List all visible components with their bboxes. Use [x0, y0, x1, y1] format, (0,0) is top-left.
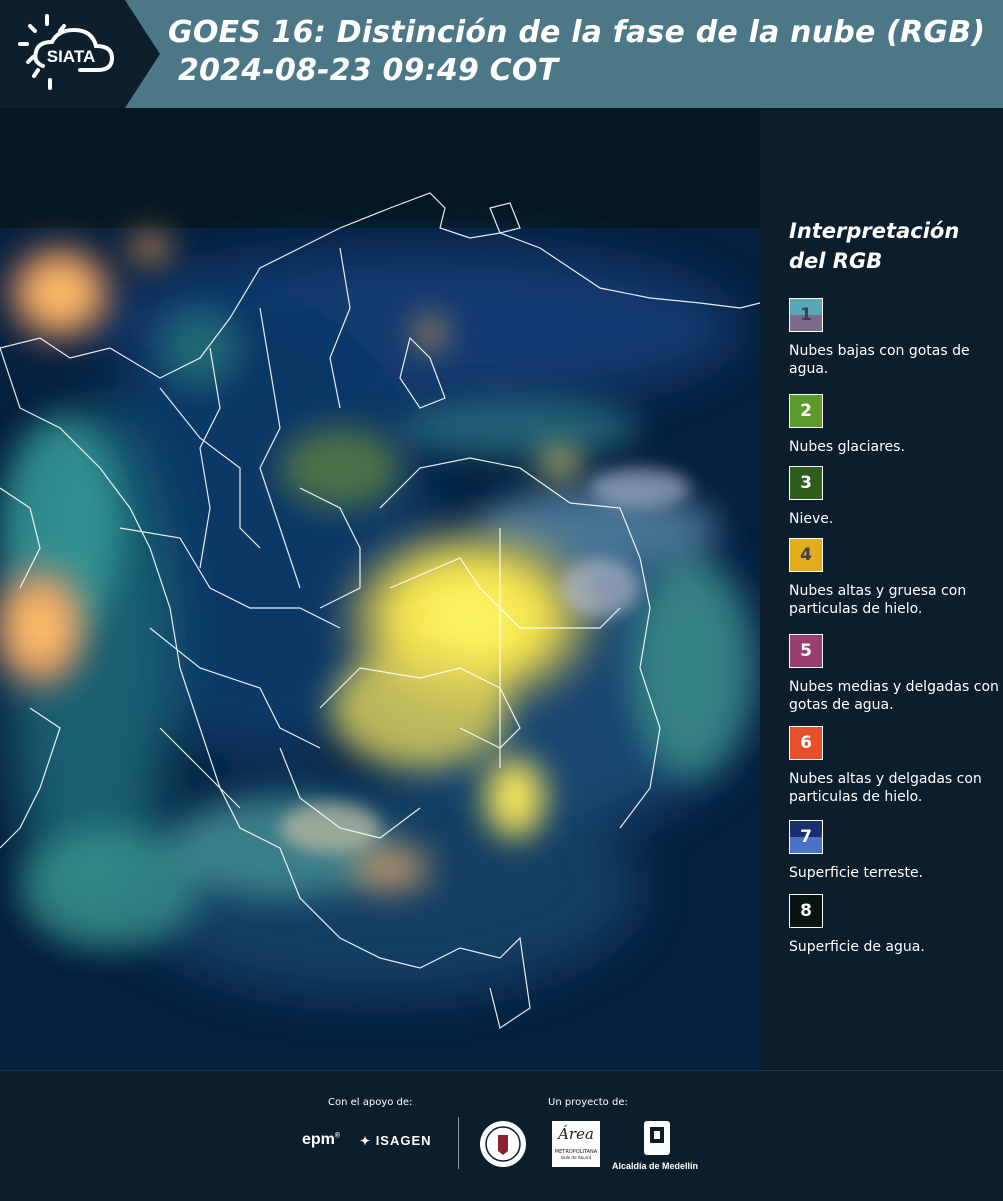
legend-label: Superficie terreste. [789, 865, 924, 881]
satellite-rgb-map [0, 108, 760, 1070]
legend-number: 8 [800, 901, 812, 921]
legend-number: 6 [800, 733, 812, 753]
legend-label: Superficie de agua. [789, 939, 925, 955]
isagen-text: ISAGEN [375, 1133, 432, 1148]
footer: Con el apoyo de: Un proyecto de: epm® ✦ … [0, 1070, 1003, 1201]
epm-text: epm [302, 1131, 335, 1148]
legend-label: Nieve. [789, 511, 834, 527]
legend-label: Nubes medias y delgadas con gotas de agu… [789, 679, 999, 713]
legend-item: 7 Superficie terreste. [789, 820, 999, 882]
footer-divider [458, 1117, 459, 1169]
legend-title-line-2: del RGB [789, 249, 883, 273]
legend-number: 1 [800, 305, 812, 325]
legend-number: 7 [800, 827, 812, 847]
epm-logo: epm® [302, 1131, 341, 1148]
legend-number: 4 [800, 545, 812, 565]
project-label: Un proyecto de: [548, 1097, 628, 1108]
medellin-shield-icon [644, 1121, 670, 1155]
legend-swatch: 4 [789, 538, 823, 572]
legend-item: 3 Nieve. [789, 466, 999, 528]
area-sub2: Valle de Aburrá [560, 1155, 592, 1160]
sun-cloud-icon: SIATA [18, 14, 115, 90]
support-label: Con el apoyo de: [328, 1097, 413, 1108]
legend-item: 5 Nubes medias y delgadas con gotas de a… [789, 634, 999, 714]
legend-swatch: 2 [789, 394, 823, 428]
legend-item: 2 Nubes glaciares. [789, 394, 999, 456]
legend-swatch: 6 [789, 726, 823, 760]
legend-item: 4 Nubes altas y gruesa con particulas de… [789, 538, 999, 618]
legend-label: Nubes altas y gruesa con particulas de h… [789, 583, 967, 617]
header-bar: SIATA GOES 16: Distinción de la fase de … [0, 0, 1003, 108]
legend-label: Nubes bajas con gotas de agua. [789, 343, 970, 377]
satellite-image [0, 108, 760, 1070]
legend-title-line-1: Interpretación [789, 219, 960, 243]
legend-item: 6 Nubes altas y delgadas con particulas … [789, 726, 999, 806]
legend-number: 2 [800, 401, 812, 421]
legend-label: Nubes altas y delgadas con particulas de… [789, 771, 982, 805]
alcaldia-text: Alcaldía de Medellín [612, 1161, 699, 1171]
university-seal-icon [480, 1121, 526, 1167]
legend-label: Nubes glaciares. [789, 439, 905, 455]
legend-swatch: 7 [789, 820, 823, 854]
legend-item: 1 Nubes bajas con gotas de agua. [789, 298, 999, 378]
legend-number: 5 [800, 641, 812, 661]
isagen-logo: ✦ ISAGEN [360, 1133, 432, 1148]
legend-item: 8 Superficie de agua. [789, 894, 999, 956]
legend-panel: Interpretación del RGB 1 Nubes bajas con… [761, 108, 1003, 1070]
legend-swatch: 8 [789, 894, 823, 928]
legend-number: 3 [800, 473, 812, 493]
area-name: Área [558, 1125, 594, 1143]
siata-logo: SIATA [0, 0, 160, 108]
title-line-2: 2024-08-23 09:49 COT [178, 53, 559, 88]
isagen-mark-icon: ✦ [360, 1134, 372, 1148]
legend-swatch: 5 [789, 634, 823, 668]
legend-swatch: 3 [789, 466, 823, 500]
logo-text: SIATA [47, 47, 95, 66]
area-metropolitana-logo: Área METROPOLITANA Valle de Aburrá [552, 1121, 600, 1167]
legend-title: Interpretación del RGB [789, 216, 959, 276]
legend-swatch: 1 [789, 298, 823, 332]
page-title: GOES 16: Distinción de la fase de la nub… [168, 14, 985, 90]
title-line-1: GOES 16: Distinción de la fase de la nub… [168, 15, 986, 50]
